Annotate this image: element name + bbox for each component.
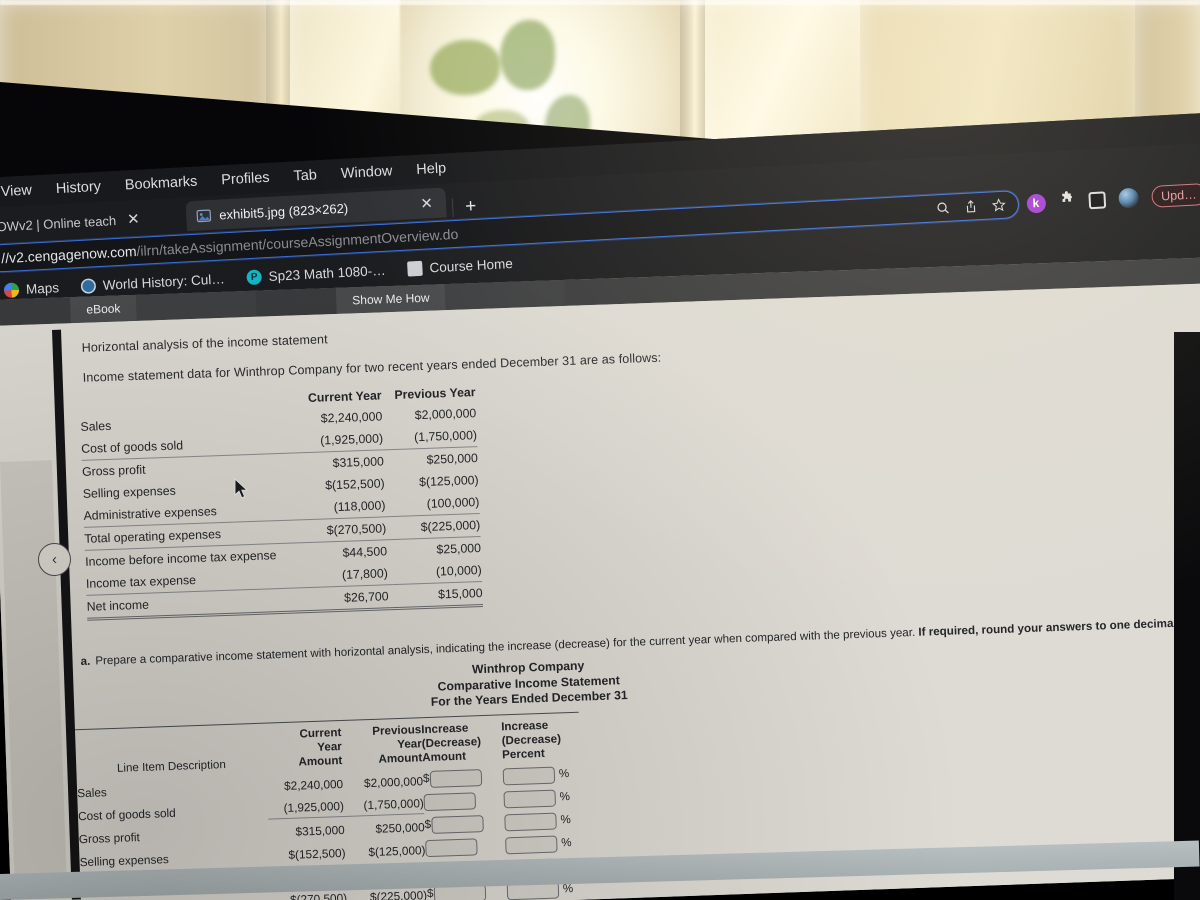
row-previous-year: (10,000) [391,559,483,585]
book-icon [407,260,423,277]
url-host: //v2.cengagenow.com [0,242,137,267]
tab-close-icon[interactable]: ✕ [417,195,436,213]
question-marker: a. [80,654,91,669]
row-previous-year: (1,750,000) [386,424,478,450]
increase-percent-input[interactable] [505,835,558,854]
bookmark-course-home[interactable]: Course Home [407,256,513,277]
row-previous-year: $250,000 [426,451,479,467]
row-previous-amount: $250,000 [375,819,425,836]
column-header-current-amount: Current Year Amount [264,720,343,774]
increase-percent-input[interactable] [503,789,557,808]
column-header-increase-amount: Increase (Decrease) Amount [420,714,503,768]
row-previous-year: $15,000 [392,581,483,609]
menu-item-window[interactable]: Window [340,163,392,182]
increase-percent-input[interactable] [502,766,556,785]
row-current-amount: $315,000 [295,822,345,839]
bookmark-world-history[interactable]: World History: Cul… [80,270,226,294]
window-frame-top [0,0,1200,5]
row-previous-year: $2,000,000 [414,406,477,423]
profile-avatar[interactable] [1117,187,1139,209]
kagi-extension-icon[interactable]: k [1025,193,1046,214]
assignment-content: Horizontal analysis of the income statem… [0,283,1200,900]
hdr-line: Amount [378,751,423,766]
show-me-how-button[interactable]: Show Me How [335,284,447,314]
percent-sign: % [560,813,572,827]
increase-amount-input[interactable] [430,768,483,788]
mouse-cursor [234,477,249,505]
dollar-sign: $ [426,886,434,900]
menu-item-view[interactable]: View [0,182,32,200]
given-income-statement-table: Current Year Previous Year Sales $2,240,0… [79,381,483,621]
bookmark-maps[interactable]: Maps [3,279,60,298]
hdr-line: Amount [422,749,467,765]
assignment-page: eBook Show Me How Horizontal analysis of… [0,257,1200,900]
sidebar-icon[interactable] [1087,190,1106,209]
statement-title: Winthrop Company Comparative Income Stat… [0,636,1200,732]
menu-item-bookmarks[interactable]: Bookmarks [124,174,197,194]
ebook-button[interactable]: eBook [69,294,137,324]
row-previous-year: $(125,000) [418,473,479,490]
row-current-year: $26,700 [284,584,394,613]
update-button[interactable]: Upd… [1150,182,1200,208]
column-header-line-item: Line Item Description [75,722,267,780]
tab-title: OWv2 | Online teach [0,212,117,234]
menu-item-profiles[interactable]: Profiles [221,170,270,189]
bookmark-label: World History: Cul… [102,270,226,293]
row-current-amount: $(152,500) [288,845,346,862]
foliage-blur [500,20,555,90]
bookmark-label: Course Home [429,255,514,275]
broken-image-icon [196,207,212,223]
menu-item-help[interactable]: Help [416,160,447,178]
pearson-icon: P [246,268,263,285]
foliage-blur [430,40,500,95]
search-icon[interactable] [935,201,950,216]
tab-title: exhibit5.jpg (823×262) [218,200,349,223]
puzzle-extension-icon[interactable] [1058,190,1076,213]
browser-toolbar-icons: k Upd… [1025,182,1200,215]
percent-sign: % [561,836,572,850]
row-previous-amount: $2,000,000 [363,773,424,790]
row-previous-amount: (1,750,000) [343,790,425,817]
column-header-increase-percent: Increase (Decrease) Percent [500,712,581,765]
bookmark-label: Maps [25,279,60,297]
hdr-line: Amount [298,753,343,769]
new-tab-button[interactable]: + [451,196,487,217]
increase-percent-input[interactable] [504,812,557,831]
increase-amount-input[interactable] [425,837,478,857]
dollar-sign: $ [424,818,432,832]
menu-item-history[interactable]: History [55,179,101,197]
toolbar-gap [255,287,337,317]
row-previous-year: $25,000 [436,541,482,557]
percent-sign: % [559,790,571,804]
row-current-amount: $2,240,000 [283,776,344,793]
tab-close-icon[interactable]: ✕ [124,210,143,228]
question-text-bold: If required, round your answers to one d… [918,615,1200,639]
page-right-edge [1174,332,1200,900]
maps-icon [3,281,20,298]
row-current-amount: (1,925,000) [267,793,345,820]
increase-amount-input[interactable] [423,791,477,811]
bookmark-sp23-math[interactable]: P Sp23 Math 1080-… [246,262,386,285]
row-previous-year: $(225,000) [389,513,481,540]
star-icon[interactable] [991,198,1006,213]
row-previous-year: (100,000) [389,491,480,517]
share-icon[interactable] [963,199,978,214]
percent-sign: % [558,767,570,781]
menu-item-tab[interactable]: Tab [293,167,317,184]
row-previous-amount: $(125,000) [368,842,426,859]
bookmark-label: Sp23 Math 1080-… [268,262,386,284]
hdr-line: Percent [501,746,545,762]
column-header-previous-amount: Previous Year Amount [340,717,423,771]
increase-amount-input[interactable] [431,814,485,834]
globe-icon [80,277,97,294]
dollar-sign: $ [422,772,430,786]
